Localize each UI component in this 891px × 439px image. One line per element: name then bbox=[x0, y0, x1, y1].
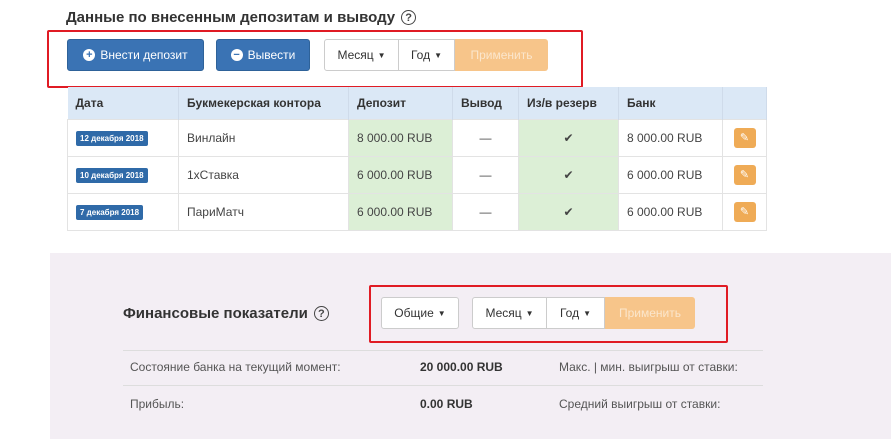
max-min-win-label: Макс. | мин. выигрыш от ставки: bbox=[559, 360, 738, 374]
bank-cell: 8 000.00 RUB bbox=[618, 118, 723, 156]
withdraw-cell: — bbox=[452, 192, 519, 231]
deposits-table: Дата Букмекерская контора Депозит Вывод … bbox=[67, 87, 767, 231]
column-header: Дата bbox=[67, 87, 179, 119]
deposit-cell: 8 000.00 RUB bbox=[348, 118, 453, 156]
edit-icon[interactable]: ✎ bbox=[733, 164, 756, 185]
check-icon: ✔ bbox=[563, 204, 574, 219]
withdraw-cell: — bbox=[452, 155, 519, 193]
bookmaker-cell: Винлайн bbox=[178, 118, 349, 156]
deposit-button[interactable]: + Внести депозит bbox=[67, 39, 204, 71]
column-header: Вывод bbox=[452, 87, 519, 119]
profit-value: 0.00 RUB bbox=[420, 397, 473, 411]
date-badge: 7 декабря 2018 bbox=[76, 204, 144, 220]
deposit-cell: 6 000.00 RUB bbox=[348, 192, 453, 231]
edit-icon[interactable]: ✎ bbox=[733, 201, 756, 222]
finance-panel bbox=[50, 253, 891, 439]
withdraw-button[interactable]: − Вывести bbox=[216, 39, 310, 71]
bookmaker-cell: ПариМатч bbox=[178, 192, 349, 231]
column-header bbox=[722, 87, 767, 119]
bank-cell: 6 000.00 RUB bbox=[618, 155, 723, 193]
bookmaker-cell: 1хСтавка bbox=[178, 155, 349, 193]
table-row: 7 декабря 2018 ПариМатч 6 000.00 RUB — ✔… bbox=[67, 192, 767, 231]
table-header-row: Дата Букмекерская контора Депозит Вывод … bbox=[67, 87, 767, 119]
bank-cell: 6 000.00 RUB bbox=[618, 192, 723, 231]
chevron-down-icon: ▼ bbox=[377, 50, 386, 60]
check-icon: ✔ bbox=[563, 167, 574, 182]
help-icon[interactable]: ? bbox=[313, 306, 329, 321]
year-select[interactable]: Год ▼ bbox=[398, 39, 455, 71]
chevron-down-icon: ▼ bbox=[583, 308, 592, 318]
deposit-cell: 6 000.00 RUB bbox=[348, 155, 453, 193]
divider bbox=[123, 350, 763, 351]
month-select[interactable]: Месяц ▼ bbox=[324, 39, 399, 71]
column-header: Букмекерская контора bbox=[178, 87, 349, 119]
minus-icon: − bbox=[230, 49, 243, 61]
profit-label: Прибыль: bbox=[130, 397, 185, 411]
apply-button[interactable]: Применить bbox=[455, 39, 548, 71]
deposits-title: Данные по внесенным депозитам и выводу ? bbox=[66, 9, 417, 26]
type-select[interactable]: Общие ▼ bbox=[381, 297, 459, 329]
month-select[interactable]: Месяц ▼ bbox=[472, 297, 547, 329]
column-header: Депозит bbox=[348, 87, 453, 119]
year-select[interactable]: Год ▼ bbox=[546, 297, 605, 329]
date-badge: 12 декабря 2018 bbox=[76, 130, 148, 146]
chevron-down-icon: ▼ bbox=[437, 308, 446, 318]
divider bbox=[123, 385, 763, 386]
finance-title-text: Финансовые показатели bbox=[123, 305, 308, 322]
table-row: 12 декабря 2018 Винлайн 8 000.00 RUB — ✔… bbox=[67, 118, 767, 156]
avg-win-label: Средний выигрыш от ставки: bbox=[559, 397, 721, 411]
table-row: 10 декабря 2018 1хСтавка 6 000.00 RUB — … bbox=[67, 155, 767, 193]
date-badge: 10 декабря 2018 bbox=[76, 167, 148, 183]
apply-button[interactable]: Применить bbox=[605, 297, 695, 329]
check-icon: ✔ bbox=[563, 130, 574, 145]
deposits-title-text: Данные по внесенным депозитам и выводу bbox=[66, 9, 396, 26]
plus-icon: + bbox=[83, 49, 96, 61]
edit-icon[interactable]: ✎ bbox=[733, 127, 756, 148]
withdraw-cell: — bbox=[452, 118, 519, 156]
help-icon[interactable]: ? bbox=[401, 10, 417, 25]
chevron-down-icon: ▼ bbox=[434, 50, 443, 60]
bank-state-label: Состояние банка на текущий момент: bbox=[130, 360, 341, 374]
chevron-down-icon: ▼ bbox=[525, 308, 534, 318]
column-header: Банк bbox=[618, 87, 723, 119]
column-header: Из/в резерв bbox=[518, 87, 619, 119]
bank-state-value: 20 000.00 RUB bbox=[420, 360, 503, 374]
finance-title: Финансовые показатели ? bbox=[123, 305, 329, 322]
